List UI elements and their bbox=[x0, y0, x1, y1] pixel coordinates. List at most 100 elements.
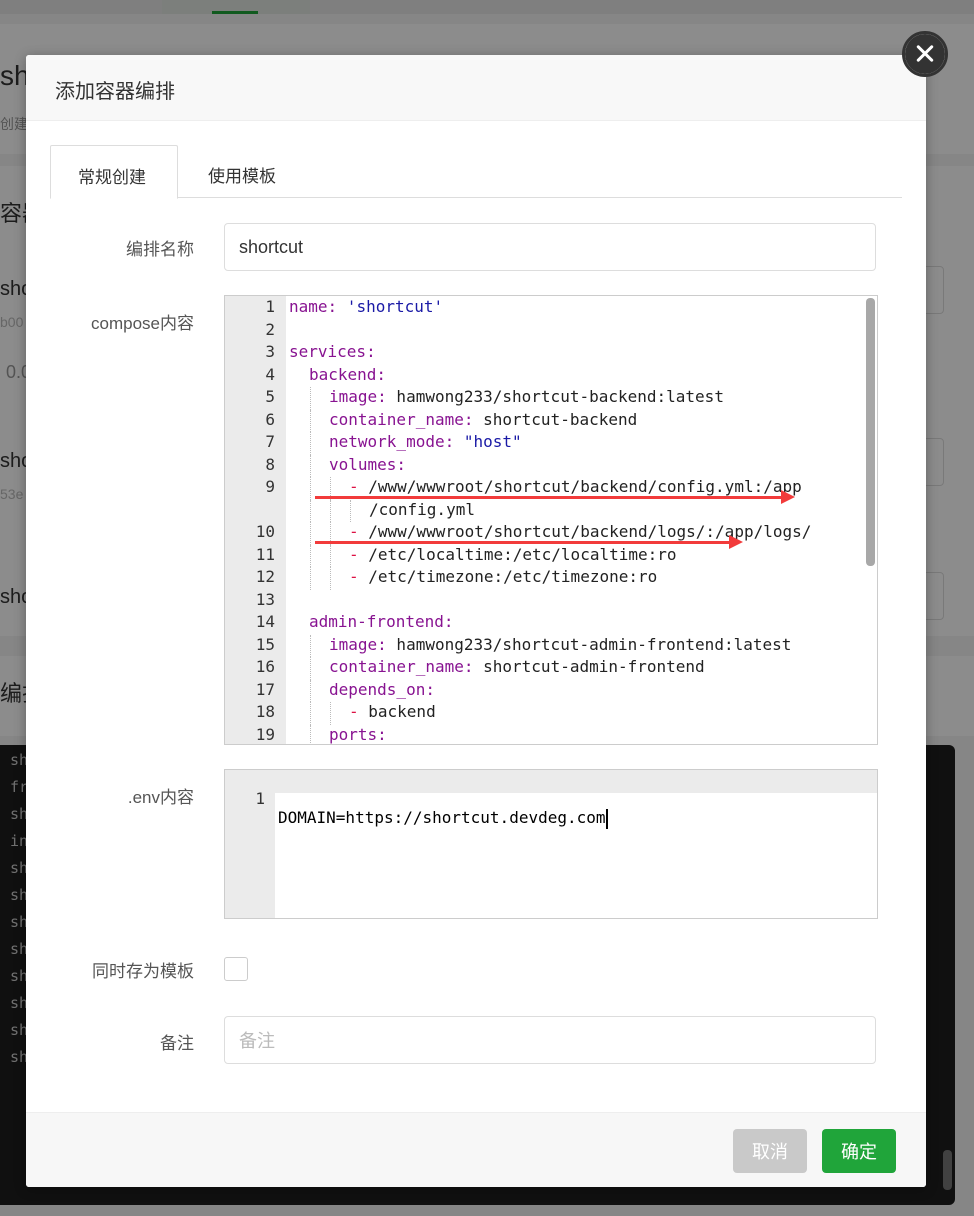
add-compose-dialog: 添加容器编排 常规创建 使用模板 编排名称 shortcut compose内容… bbox=[26, 55, 926, 1187]
compose-line: 11 - /etc/localtime:/etc/localtime:ro bbox=[225, 545, 877, 568]
text-cursor bbox=[605, 808, 608, 829]
indent-guide bbox=[310, 499, 311, 522]
yaml-key: volumes: bbox=[329, 454, 407, 474]
indent-guide bbox=[310, 657, 311, 680]
indent-guide bbox=[330, 702, 331, 725]
confirm-button[interactable]: 确定 bbox=[822, 1129, 896, 1173]
compose-line-text: container_name: shortcut-admin-frontend bbox=[329, 657, 705, 676]
yaml-key: - bbox=[349, 567, 369, 586]
compose-line-text: ports: bbox=[329, 725, 387, 744]
compose-line-text: network_mode: "host" bbox=[329, 432, 522, 451]
yaml-value: shortcut-backend bbox=[473, 409, 638, 429]
compose-line: 5 image: hamwong233/shortcut-backend:late… bbox=[225, 387, 877, 410]
yaml-key: backend: bbox=[309, 364, 387, 384]
indent-guide bbox=[310, 454, 311, 477]
compose-line: 15 image: hamwong233/shortcut-admin-front… bbox=[225, 635, 877, 658]
tab-normal-create[interactable]: 常规创建 bbox=[50, 145, 178, 199]
yaml-key: - bbox=[349, 522, 369, 541]
compose-name-input[interactable]: shortcut bbox=[224, 223, 876, 271]
compose-line-number: 12 bbox=[255, 567, 275, 586]
env-line-number: 1 bbox=[255, 789, 265, 808]
compose-line: 13 bbox=[225, 590, 877, 613]
yaml-value: hamwong233/shortcut-backend:latest bbox=[386, 387, 724, 406]
compose-line-text: depends_on: bbox=[329, 680, 435, 699]
yaml-key: - bbox=[349, 477, 369, 496]
annotation-arrow bbox=[315, 490, 795, 504]
compose-line-text: admin-frontend: bbox=[309, 612, 454, 631]
compose-line-text: - backend bbox=[349, 702, 436, 721]
yaml-value: /www/wwwroot/shortcut/backend/config.yml… bbox=[368, 477, 802, 496]
compose-line-number: 5 bbox=[265, 387, 275, 406]
indent-guide bbox=[310, 567, 311, 590]
yaml-key: - bbox=[349, 544, 369, 564]
compose-line-text: image: hamwong233/shortcut-backend:lates… bbox=[329, 387, 724, 406]
compose-line-number: 2 bbox=[265, 319, 275, 339]
compose-line-text: backend: bbox=[309, 365, 386, 384]
compose-line-number: 1 bbox=[265, 297, 275, 316]
yaml-value: /etc/timezone:/etc/timezone:ro bbox=[368, 567, 658, 586]
compose-line: 4 backend: bbox=[225, 365, 877, 388]
yaml-key: depends_on: bbox=[329, 679, 435, 699]
compose-line: 16 container_name: shortcut-admin-fronten… bbox=[225, 657, 877, 680]
env-line: 1 DOMAIN=https://shortcut.devdeg.com bbox=[225, 770, 877, 829]
compose-line-number: 18 bbox=[255, 702, 275, 721]
compose-line-text: services: bbox=[289, 342, 376, 361]
compose-line-number: 3 bbox=[265, 342, 275, 361]
compose-line-number: 6 bbox=[265, 409, 275, 429]
yaml-value: /config.yml bbox=[369, 499, 475, 519]
indent-guide bbox=[330, 499, 331, 522]
compose-line-text: - /etc/localtime:/etc/localtime:ro bbox=[349, 545, 677, 564]
dialog-title: 添加容器编排 bbox=[26, 55, 926, 121]
yaml-value: 'shortcut' bbox=[337, 297, 444, 316]
compose-line: /config.yml bbox=[225, 500, 877, 523]
cancel-button[interactable]: 取消 bbox=[733, 1129, 807, 1173]
yaml-value: "host" bbox=[454, 432, 522, 451]
compose-line: 7 network_mode: "host" bbox=[225, 432, 877, 455]
yaml-value: shortcut-admin-frontend bbox=[473, 657, 705, 676]
compose-line-text: image: hamwong233/shortcut-admin-fronten… bbox=[329, 635, 791, 654]
compose-line-number: 9 bbox=[265, 477, 275, 496]
yaml-value: hamwong233/shortcut-admin-frontend:lates… bbox=[386, 634, 792, 654]
indent-guide bbox=[330, 544, 331, 567]
yaml-key: container_name: bbox=[329, 409, 474, 429]
yaml-value: backend bbox=[368, 702, 436, 721]
yaml-key: ports: bbox=[329, 724, 387, 744]
compose-line: 8 volumes: bbox=[225, 455, 877, 478]
indent-guide bbox=[310, 477, 311, 500]
compose-line: 19 ports: bbox=[225, 725, 877, 745]
compose-line-text: - /etc/timezone:/etc/timezone:ro bbox=[349, 567, 657, 586]
compose-line-number: 17 bbox=[255, 679, 275, 699]
compose-line-number: 7 bbox=[265, 432, 275, 451]
compose-editor[interactable]: 1 name: 'shortcut' 2 3 services: 4 backend: 5 im… bbox=[224, 295, 878, 745]
compose-line-number: 14 bbox=[255, 612, 275, 631]
yaml-value: /etc/localtime:/etc/localtime:ro bbox=[368, 544, 677, 564]
env-label: .env内容 bbox=[127, 788, 194, 807]
yaml-key: image: bbox=[329, 634, 387, 654]
remark-input[interactable]: 备注 bbox=[224, 1016, 876, 1064]
close-icon bbox=[905, 34, 945, 74]
yaml-key: container_name: bbox=[329, 657, 474, 676]
env-line-text: DOMAIN=https://shortcut.devdeg.com bbox=[278, 808, 608, 829]
compose-line-number: 8 bbox=[265, 454, 275, 474]
compose-line-text: - /www/wwwroot/shortcut/backend/config.y… bbox=[349, 477, 802, 496]
remark-label: 备注 bbox=[160, 1034, 194, 1053]
compose-label: compose内容 bbox=[91, 314, 194, 333]
tab-use-template[interactable]: 使用模板 bbox=[181, 145, 303, 198]
indent-guide bbox=[310, 409, 311, 432]
indent-guide bbox=[330, 567, 331, 590]
dialog-tabs: 常规创建 使用模板 bbox=[50, 145, 902, 199]
yaml-key: image: bbox=[329, 387, 387, 406]
compose-line-number: 16 bbox=[255, 657, 275, 676]
close-dialog-button[interactable] bbox=[902, 31, 948, 77]
compose-line: 3 services: bbox=[225, 342, 877, 365]
indent-guide bbox=[310, 387, 311, 410]
env-editor[interactable]: 1 DOMAIN=https://shortcut.devdeg.com bbox=[224, 769, 878, 919]
yaml-key: services: bbox=[289, 342, 376, 361]
indent-guide bbox=[310, 432, 311, 455]
compose-line-text: name: 'shortcut' bbox=[289, 297, 443, 316]
save-as-template-checkbox[interactable] bbox=[224, 957, 248, 981]
indent-guide bbox=[310, 702, 311, 725]
env-domain-value: DOMAIN=https://shortcut.devdeg.com bbox=[278, 808, 606, 827]
compose-line-text: container_name: shortcut-backend bbox=[329, 410, 637, 429]
compose-line-number: 4 bbox=[265, 364, 275, 384]
